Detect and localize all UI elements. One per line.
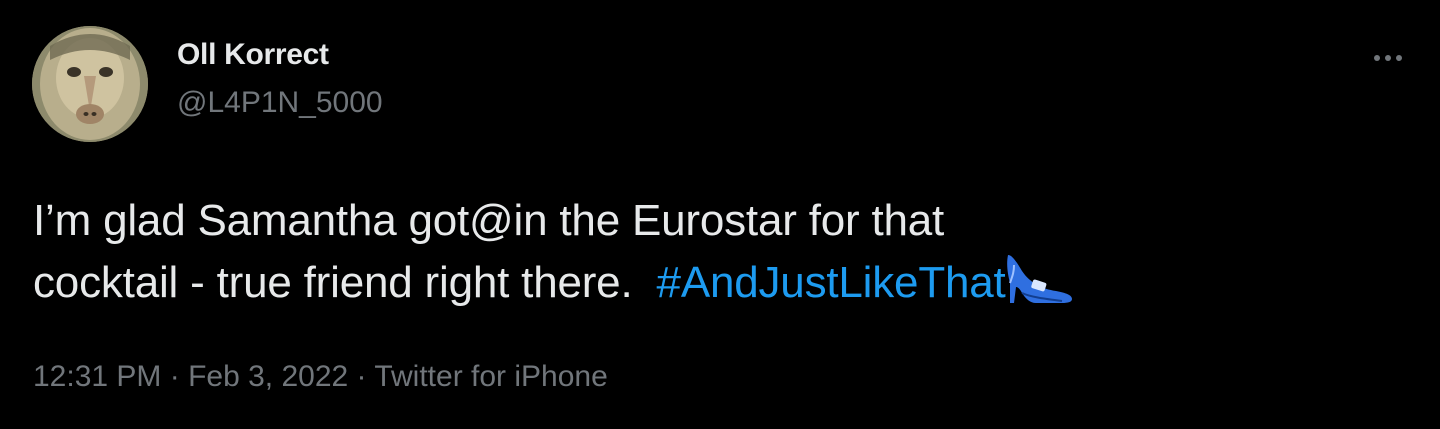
tweet-text-line-2-body: cocktail - true friend right there. (33, 258, 657, 307)
tweet-meta: 12:31 PM · Feb 3, 2022 · Twitter for iPh… (33, 360, 608, 394)
more-options-icon (1374, 55, 1402, 61)
tweet-card: Oll Korrect @L4P1N_5000 I’m glad Samanth… (0, 0, 1440, 429)
display-name[interactable]: Oll Korrect (177, 38, 329, 72)
tweet-time[interactable]: 12:31 PM (33, 360, 161, 393)
tweet-text: I’m glad Samantha got@in the Eurostar fo… (33, 190, 1393, 314)
more-options-button[interactable] (1366, 44, 1410, 72)
monkey-avatar-icon (32, 26, 148, 142)
meta-separator: · (348, 360, 375, 393)
high-heel-shoe-icon (1006, 255, 1072, 303)
tweet-source[interactable]: Twitter for iPhone (374, 360, 607, 393)
tweet-text-line-1: I’m glad Samantha got@in the Eurostar fo… (33, 196, 945, 245)
tweet-date[interactable]: Feb 3, 2022 (188, 360, 348, 393)
user-handle[interactable]: @L4P1N_5000 (177, 86, 383, 120)
hashtag-link[interactable]: #AndJustLikeThat (657, 258, 1006, 307)
meta-separator: · (161, 360, 189, 393)
tweet-text-line-2: cocktail - true friend right there. #And… (33, 252, 1393, 314)
avatar[interactable] (32, 26, 148, 142)
